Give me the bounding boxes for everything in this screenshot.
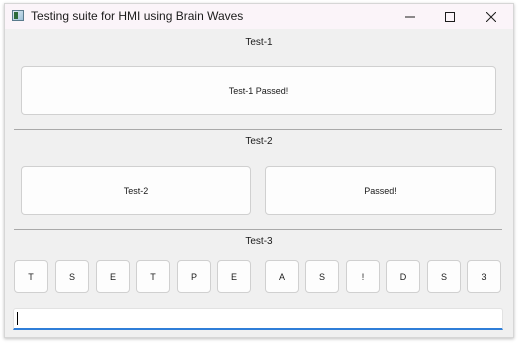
key-button[interactable]: ! xyxy=(346,260,380,293)
window-title: Testing suite for HMI using Brain Waves xyxy=(31,9,244,23)
test3-label: Test-3 xyxy=(245,236,273,247)
test1-result-button[interactable]: Test-1 Passed! xyxy=(21,66,496,115)
test2-passed-button[interactable]: Passed! xyxy=(265,166,496,215)
divider-2 xyxy=(14,229,502,230)
key-button[interactable]: S xyxy=(427,260,461,293)
divider-1 xyxy=(14,129,502,130)
minimize-button[interactable] xyxy=(390,4,430,29)
close-button[interactable] xyxy=(471,4,511,29)
key-button[interactable]: A xyxy=(265,260,299,293)
key-button[interactable]: S xyxy=(305,260,339,293)
text-caret xyxy=(17,312,18,325)
test1-label: Test-1 xyxy=(245,37,273,48)
key-button[interactable]: T xyxy=(136,260,170,293)
key-button[interactable]: E xyxy=(96,260,130,293)
key-button[interactable]: S xyxy=(55,260,89,293)
minimize-icon xyxy=(405,16,415,17)
maximize-icon xyxy=(445,11,455,22)
key-button[interactable]: T xyxy=(14,260,48,293)
test2-label: Test-2 xyxy=(245,136,273,147)
text-input[interactable] xyxy=(13,308,503,330)
app-window: Testing suite for HMI using Brain Waves … xyxy=(4,3,514,338)
close-icon xyxy=(486,11,496,22)
key-row: T S E T P E A S ! D S 3 xyxy=(5,260,515,295)
app-window-icon xyxy=(12,10,24,21)
title-bar[interactable]: Testing suite for HMI using Brain Waves xyxy=(5,4,513,29)
key-button[interactable]: 3 xyxy=(467,260,501,293)
test2-button[interactable]: Test-2 xyxy=(21,166,251,215)
key-button[interactable]: E xyxy=(217,260,251,293)
key-button[interactable]: P xyxy=(177,260,211,293)
key-button[interactable]: D xyxy=(386,260,420,293)
maximize-button[interactable] xyxy=(430,4,470,29)
